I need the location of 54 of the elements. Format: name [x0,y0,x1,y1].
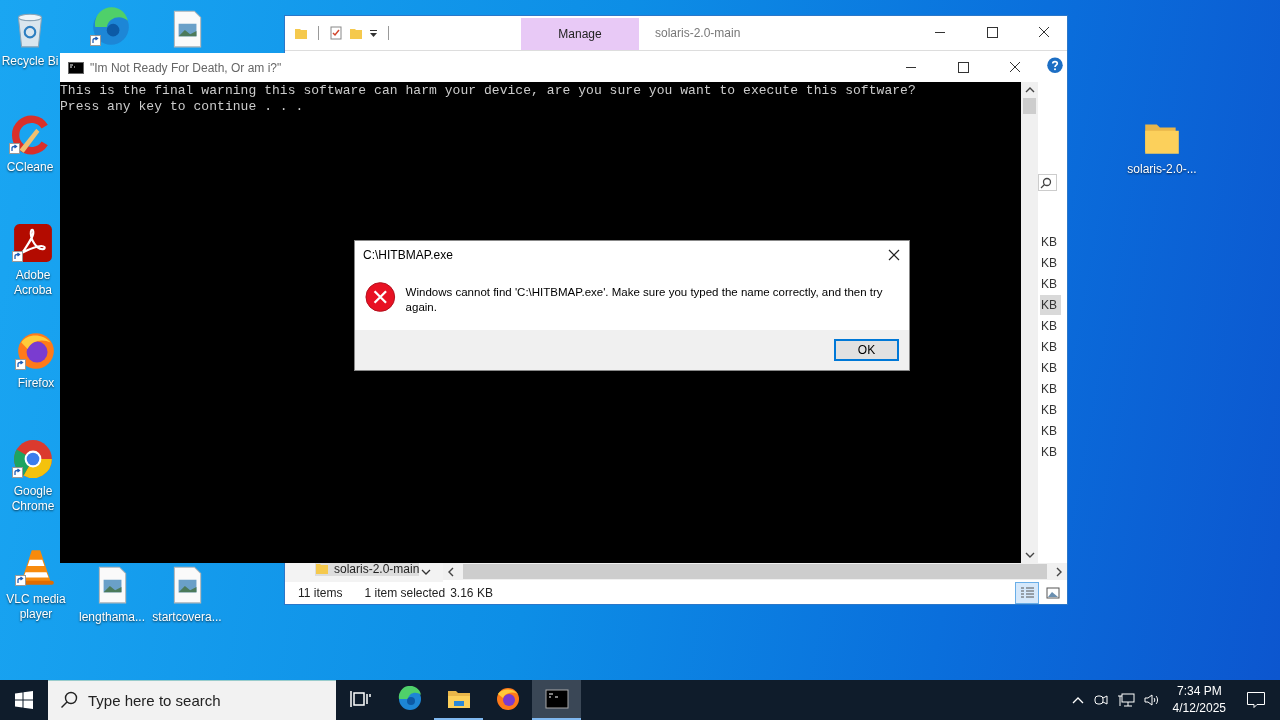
console-output-line: This is the final warning this software can harm your device, are you sure you want to execute this software? [60,83,917,99]
browser-logo-icon[interactable] [12,438,54,480]
camera-icon[interactable] [1092,692,1109,708]
file-size-cell[interactable]: KB [1040,273,1061,294]
manage-tab[interactable]: Manage [521,18,639,50]
desktop-icon-label[interactable]: solaris-2.0-... [1127,162,1197,177]
pdf-logo-icon[interactable] [12,222,54,264]
scroll-thumb[interactable] [463,564,1047,579]
wave-logo-icon [396,686,423,712]
error-icon [365,281,396,313]
file-size-cell[interactable]: KB [1040,441,1061,462]
file-size-cell[interactable]: KB [1040,420,1061,441]
help-icon[interactable] [1046,57,1064,74]
vertical-scrollbar[interactable] [1021,82,1038,563]
checklist-icon[interactable] [329,26,343,40]
selection-info: 1 item selected [364,586,446,600]
taskbar-app-button[interactable] [532,680,581,720]
scroll-thumb[interactable] [1023,98,1036,114]
search-icon [1040,176,1052,189]
terminal-icon [543,686,570,712]
dialog-title: C:\HITBMAP.exe [363,248,453,262]
selection-size: 3.16 KB [450,586,493,600]
horizontal-scrollbar[interactable] [443,563,1067,580]
chevron-down-icon[interactable] [421,568,432,576]
file-size-cell[interactable]: KB [1040,336,1061,357]
wave-logo-icon[interactable] [90,6,132,48]
ok-button[interactable]: OK [834,339,899,361]
terminal-icon [68,61,84,74]
search-field[interactable] [1038,174,1057,191]
broom-logo-icon[interactable] [9,114,51,156]
fox-logo-icon [494,686,521,712]
fox-logo-icon[interactable] [15,330,57,372]
file-size-cell[interactable]: KB [1040,378,1061,399]
dropdown-icon[interactable] [369,28,378,38]
console-output-line: Press any key to continue . . . [60,99,305,115]
file-size-cell[interactable]: KB [1040,357,1061,378]
network-icon[interactable] [1116,692,1135,708]
search-icon [60,691,78,709]
error-message: Windows cannot find 'C:\HITBMAP.exe'. Make sure you typed the name correctly, and then try again. [405,285,884,315]
clock[interactable]: 7:34 PM 4/12/2025 [1172,683,1226,717]
volume-icon[interactable] [1142,692,1161,708]
file-size-cell[interactable]: KB [1040,252,1061,273]
file-size-cell[interactable]: KB [1040,399,1061,420]
file-size-cell[interactable]: KB [1040,315,1061,336]
item-count: 11 items [298,586,343,600]
chevron-up-icon[interactable] [1070,695,1085,705]
search-field[interactable]: Type here to search [48,680,336,720]
window-title: solaris-2.0-main [655,26,741,40]
file-size-cell[interactable]: KB [1040,294,1061,315]
close-icon[interactable] [887,248,901,262]
windows-logo-icon [15,691,33,709]
notification-icon[interactable] [1246,691,1266,709]
window-title: "Im Not Ready For Death, Or am i?" [90,60,282,75]
file-size-cell[interactable]: KB [1040,231,1061,252]
